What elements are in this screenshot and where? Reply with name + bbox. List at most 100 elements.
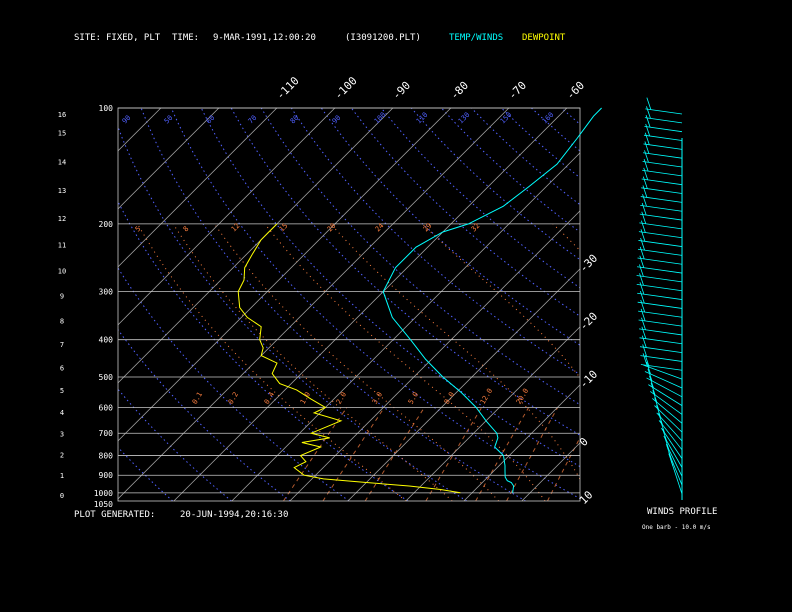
- dry-adiabats: [0, 108, 792, 501]
- winds-profile-title: WINDS PROFILE: [647, 507, 718, 517]
- pressure-tick-label: 800: [99, 452, 114, 461]
- dry-adiabat-line: [441, 108, 580, 233]
- pressure-tick-label: 100: [99, 104, 114, 113]
- wind-barb: [658, 420, 683, 451]
- pressure-tick-label: 500: [99, 373, 114, 382]
- height-tick-label: 7: [60, 341, 64, 349]
- dry-adiabat-label: 130: [457, 111, 472, 126]
- isotherm-line: [173, 107, 568, 502]
- plot-generated-label: PLOT GENERATED:: [74, 510, 156, 520]
- isotherms: [117, 107, 581, 502]
- isotherm-line: [117, 107, 394, 384]
- wind-barb-flag: [644, 141, 650, 154]
- temperature-tick-right: -20: [577, 310, 600, 333]
- wind-barb-flag: [640, 238, 645, 251]
- dry-adiabat-line: [682, 108, 792, 501]
- mixing-ratio-line: [282, 407, 348, 501]
- moist-adiabat-label: 8: [182, 225, 191, 234]
- dry-adiabat-label: 160: [541, 111, 556, 126]
- wind-barb: [636, 275, 683, 283]
- wind-barb: [640, 196, 683, 203]
- dry-adiabat-line: [118, 125, 468, 501]
- mixing-ratio-label: 0.1: [191, 391, 204, 406]
- dry-adiabat-line: [118, 328, 291, 501]
- mixing-ratio-label: 5.0: [407, 391, 420, 406]
- pressure-tick-label: 900: [99, 471, 114, 480]
- pressure-tick-label: 200: [99, 220, 114, 229]
- dry-adiabat-line: [410, 108, 580, 261]
- dry-adiabat-line: [561, 108, 580, 125]
- wind-barb-flag: [645, 123, 651, 137]
- dewpoint-profile-line: [237, 223, 461, 494]
- dry-adiabat-line: [712, 108, 792, 501]
- temperature-tick-top: -80: [448, 79, 471, 102]
- temperature-tick-right: -10: [577, 368, 600, 391]
- mixing-ratio-label: 8.0: [443, 391, 456, 406]
- height-tick-label: 13: [58, 187, 66, 195]
- dry-adiabat-label: 70: [247, 114, 259, 126]
- wind-barb-flag: [646, 97, 652, 110]
- dry-adiabat-line: [772, 108, 792, 501]
- dry-adiabat-line: [592, 108, 792, 501]
- height-tick-label: 9: [60, 293, 64, 301]
- height-tick-label: 10: [58, 268, 66, 276]
- height-tick-label: 14: [58, 159, 66, 167]
- mixing-ratio-line: [322, 407, 385, 501]
- barb-note: One barb - 10.0 m/s: [642, 524, 711, 531]
- skew-t-chart: 1002003004005006007008009001000105001234…: [0, 74, 792, 509]
- height-tick-label: 16: [58, 111, 66, 119]
- temperature-tick-top: -60: [564, 79, 587, 102]
- temperature-tick-right: -30: [577, 252, 600, 275]
- wind-barb: [639, 222, 683, 230]
- pressure-tick-label: 700: [99, 429, 114, 438]
- dry-adiabat-line: [0, 108, 55, 501]
- wind-barb: [639, 337, 683, 345]
- height-tick-label: 11: [58, 242, 66, 250]
- wind-barb: [637, 292, 683, 300]
- isotherm-line: [117, 107, 162, 152]
- wind-barb-flag: [644, 132, 650, 145]
- moist-adiabat-label: 5: [134, 225, 143, 234]
- wind-barb: [636, 283, 683, 292]
- moist-adiabats: [137, 223, 580, 501]
- wind-barb: [638, 310, 683, 318]
- wind-barb-flag: [643, 158, 649, 172]
- temperature-tick-top: -100: [332, 74, 360, 102]
- pressure-tick-label: 1050: [94, 500, 113, 509]
- dry-adiabat-line: [0, 108, 114, 501]
- mixing-ratio-label: 0.4: [263, 391, 276, 406]
- height-tick-label: 12: [58, 215, 66, 223]
- dry-adiabat-line: [531, 108, 580, 152]
- height-tick-label: 8: [60, 317, 64, 325]
- wind-barb-flag: [645, 115, 651, 128]
- temperature-tick-top: -110: [274, 74, 302, 102]
- pressure-tick-label: 300: [99, 288, 114, 297]
- dry-adiabat-label: 80: [289, 114, 301, 126]
- dry-adiabat-label: 60: [205, 114, 217, 126]
- wind-barb-flag: [643, 167, 649, 181]
- wind-barb-flag: [639, 255, 645, 268]
- isotherm-line: [117, 107, 278, 268]
- isotherm-line: [231, 152, 581, 502]
- wind-barb-flag: [640, 229, 646, 242]
- dry-adiabat-label: 150: [499, 111, 514, 126]
- moist-adiabat-line: [552, 223, 580, 252]
- pressure-tick-label: 400: [99, 336, 114, 345]
- mixing-ratio-label: 12.0: [479, 387, 494, 406]
- wind-barb-flag: [640, 220, 646, 233]
- mixing-ratio-label: 0.2: [227, 391, 240, 406]
- dry-adiabat-line: [652, 108, 792, 501]
- plot-generated-value: 20-JUN-1994,20:16:30: [180, 510, 289, 520]
- pressure-tick-label: 1000: [94, 489, 113, 498]
- dry-adiabat-line: [118, 200, 409, 501]
- mixing-ratio-line: [587, 408, 633, 502]
- moist-adiabat-line: [264, 223, 546, 501]
- moist-adiabat-line: [213, 223, 499, 501]
- isotherm-line: [521, 442, 581, 502]
- isobars: [118, 107, 580, 494]
- temperature-tick-right: 0: [577, 435, 591, 449]
- dry-adiabat-line: [260, 108, 580, 406]
- isotherm-line: [117, 107, 336, 326]
- wind-barb-flag: [639, 246, 645, 260]
- wind-barb-flag: [642, 176, 648, 189]
